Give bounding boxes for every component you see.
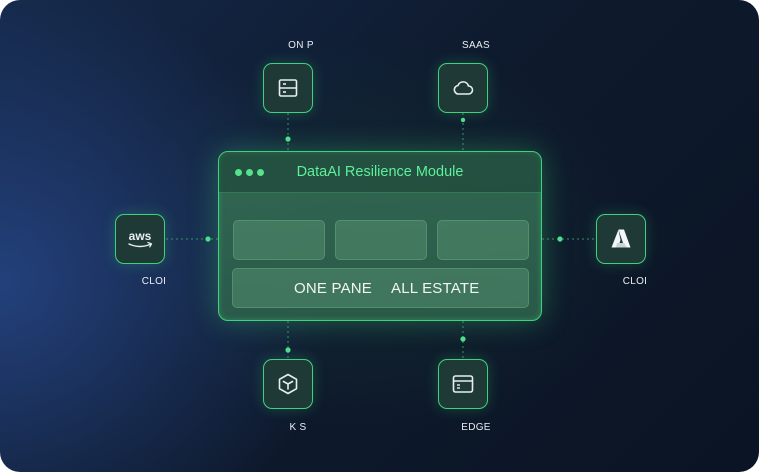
connector-dot-k8s <box>285 347 291 353</box>
module-slot-3 <box>437 220 529 260</box>
svg-text:aws: aws <box>129 229 152 243</box>
on-prem-node[interactable] <box>263 63 313 113</box>
module-slot-1 <box>233 220 325 260</box>
azure-label: CLOI <box>622 276 648 287</box>
aws-label: CLOI <box>141 276 167 287</box>
bar-text-right: ALL ESTATE <box>391 280 480 297</box>
cloud-icon <box>453 81 474 95</box>
k8s-label: K S <box>289 422 307 433</box>
saas-label: SAAS <box>462 40 490 51</box>
cube-icon <box>278 373 298 395</box>
aws-node[interactable]: aws <box>115 214 165 264</box>
connector-dot-aws <box>205 236 211 242</box>
panel-titlebar: DataAI Resilience Module <box>219 152 541 193</box>
browser-window-icon <box>452 375 474 393</box>
bar-text-left: ONE PANE <box>294 280 373 297</box>
connector-dot-edge <box>460 336 466 342</box>
module-title: DataAI Resilience Module <box>296 164 464 180</box>
azure-logo-icon <box>611 229 631 248</box>
server-icon <box>278 79 298 97</box>
aws-logo-icon: aws <box>128 229 153 248</box>
k8s-node[interactable] <box>263 359 313 409</box>
resilience-module-panel: DataAI Resilience Module ONE PANE ALL ES… <box>218 151 542 321</box>
one-pane-bar: ONE PANE ALL ESTATE <box>232 268 529 308</box>
module-slot-2 <box>335 220 427 260</box>
connector-dot-azure <box>557 236 563 242</box>
azure-node[interactable] <box>596 214 646 264</box>
connector-dot-saas <box>460 117 466 123</box>
edge-node[interactable] <box>438 359 488 409</box>
on-prem-label: ON P <box>288 40 314 51</box>
edge-label: EDGE <box>461 422 491 433</box>
connector-dot-on-prem <box>285 136 291 142</box>
saas-node[interactable] <box>438 63 488 113</box>
diagram-card: ON P SAAS aws CLOI CLOI DataAI Resilienc… <box>0 0 759 472</box>
